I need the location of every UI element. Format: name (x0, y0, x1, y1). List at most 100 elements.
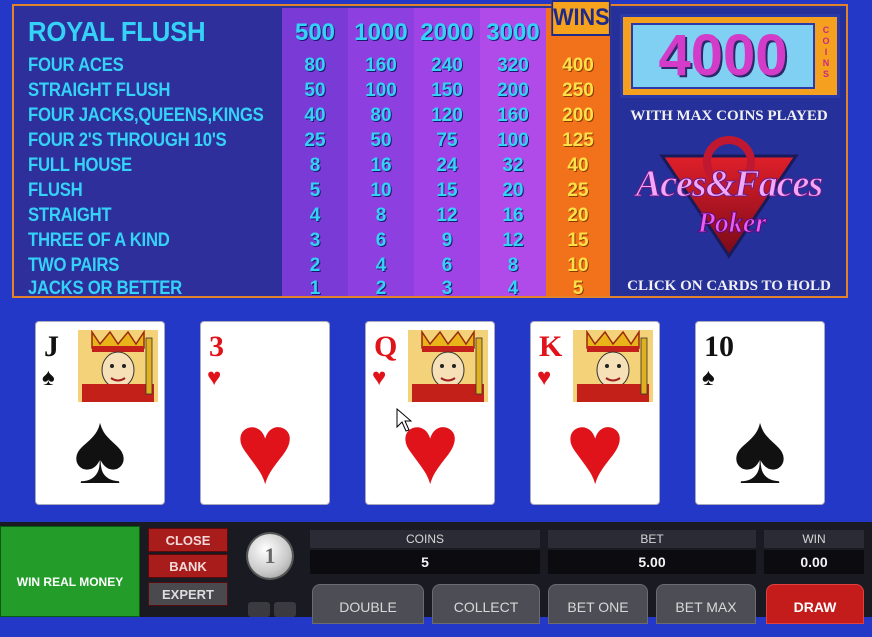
payout-cell: 20 (567, 205, 589, 226)
payout-cell: 4 (375, 255, 387, 276)
payout-cell: 3 (309, 230, 321, 251)
payout-cell: 240 (431, 55, 463, 76)
hand-name: STRAIGHT (28, 205, 112, 226)
card-suit-icon: ♠ (702, 364, 715, 391)
payout-cell: 10 (567, 255, 589, 276)
bet-one-button[interactable]: BET ONE (548, 584, 648, 624)
hand-name: STRAIGHT FLUSH (28, 80, 171, 101)
paytable-row: FOUR 2'S THROUGH 10'S 25 50 75 100 125 (14, 127, 610, 152)
payout-cell: 160 (497, 105, 529, 126)
payout-cell: 6 (375, 230, 387, 251)
face-card-portrait-icon (408, 329, 488, 402)
collect-button[interactable]: COLLECT (432, 584, 540, 624)
hand-name: ROYAL FLUSH (28, 16, 206, 47)
max-win-box: 4000 COINS (620, 14, 840, 98)
coin-decrease-button[interactable] (248, 602, 270, 617)
card-suit-icon: ♠ (42, 364, 55, 391)
payout-cell: 75 (436, 130, 458, 151)
coin-increase-button[interactable] (274, 602, 296, 617)
logo-subtitle: Poker (697, 208, 767, 240)
payout-cell: 6 (441, 255, 453, 276)
payout-cell: 250 (562, 80, 594, 101)
playing-card[interactable]: 10 ♠ ♠ (696, 322, 824, 504)
payout-cell: 25 (567, 180, 589, 201)
payout-cell: 125 (562, 130, 594, 151)
playing-card[interactable]: Q ♥ ♥ (366, 322, 494, 504)
payout-cell: 24 (436, 155, 458, 176)
payout-cell: 8 (507, 255, 519, 276)
payout-cell: 40 (304, 105, 326, 126)
max-coins-text: WITH MAX COINS PLAYED (630, 108, 828, 124)
payout-cell: 5 (572, 278, 584, 299)
payout-cell: 80 (304, 55, 326, 76)
payout-cell: 10 (370, 180, 392, 201)
logo-title: Aces&Faces (635, 163, 823, 206)
bet-max-button[interactable]: BET MAX (656, 584, 756, 624)
paytable-row: FOUR JACKS,QUEENS,KINGS 40 80 120 160 200 (14, 102, 610, 127)
win-value: 0.00 (764, 550, 864, 574)
payout-cell: 100 (497, 130, 529, 151)
bank-button[interactable]: BANK (148, 554, 228, 578)
payout-cell: 50 (370, 130, 392, 151)
payout-cell: 8 (309, 155, 321, 176)
payout-cell: 16 (370, 155, 392, 176)
game-logo: Aces&Faces Poker (622, 132, 836, 272)
paytable-row: THREE OF A KIND 3 6 9 12 15 (14, 227, 610, 252)
face-card-portrait-icon (78, 329, 158, 402)
payout-cell: 9 (441, 230, 453, 251)
max-win-value: 4000 (658, 23, 788, 88)
paytable-row: FLUSH 5 10 15 20 25 (14, 177, 610, 202)
payout-cell: 200 (562, 105, 594, 126)
close-button[interactable]: CLOSE (148, 528, 228, 552)
expert-button[interactable]: EXPERT (148, 582, 228, 606)
payout-cell: 150 (431, 80, 463, 101)
coins-word: COINS (822, 25, 830, 79)
playing-card[interactable]: J ♠ ♠ (36, 322, 164, 504)
payout-cell: 2 (309, 255, 321, 276)
payout-cell: 100 (365, 80, 397, 101)
playing-card[interactable]: 3 ♥ ♥ (201, 322, 329, 504)
card-suit-icon: ♥ (537, 364, 552, 391)
hand-name: FOUR JACKS,QUEENS,KINGS (28, 105, 264, 126)
hand-name: FOUR ACES (28, 55, 124, 76)
max-win-display: 4000 (631, 23, 815, 89)
paytable-row: ROYAL FLUSH 500 1000 2000 3000 (14, 12, 610, 47)
face-card-portrait-icon (573, 329, 653, 402)
payout-cell: 15 (567, 230, 589, 251)
hand-name: THREE OF A KIND (28, 230, 170, 251)
payout-cell: 80 (370, 105, 392, 126)
double-button[interactable]: DOUBLE (312, 584, 424, 624)
payout-cell: 160 (365, 55, 397, 76)
paytable-row: FOUR ACES 80 160 240 320 400 (14, 52, 610, 77)
hold-instruction: CLICK ON CARDS TO HOLD (627, 278, 831, 294)
wins-label: WINS (551, 0, 611, 36)
hand-name: FLUSH (28, 180, 83, 201)
payout-cell: 2000 (420, 19, 474, 46)
payout-cell: 12 (502, 230, 524, 251)
card-suit-icon: ♥ (372, 364, 387, 391)
payout-cell: 12 (436, 205, 458, 226)
win-label: WIN (764, 530, 864, 548)
bet-label: BET (548, 530, 756, 548)
card-rank: Q (374, 330, 398, 363)
draw-button[interactable]: DRAW (766, 584, 864, 624)
paytable: ROYAL FLUSH 500 1000 2000 3000 FOUR ACES 80 160… (12, 0, 848, 300)
payout-cell: 20 (502, 180, 524, 201)
payout-cell: 32 (502, 155, 524, 176)
card-suit-large-icon: ♥ (400, 393, 460, 505)
payout-cell: 1 (309, 278, 321, 299)
payout-cell: 2 (375, 278, 387, 299)
card-rank: K (539, 330, 563, 363)
card-suit-icon: ♥ (207, 364, 222, 391)
coin-value-chip[interactable]: 1 (248, 534, 292, 578)
coins-value: 5 (310, 550, 540, 574)
payout-cell: 3 (441, 278, 453, 299)
payout-cell: 5 (309, 180, 321, 201)
card-suit-large-icon: ♥ (565, 393, 625, 505)
payout-cell: 25 (304, 130, 326, 151)
hand-name: FULL HOUSE (28, 155, 132, 176)
payout-cell: 50 (304, 80, 326, 101)
win-real-money-button[interactable]: WIN REAL MONEY (0, 526, 140, 617)
paytable-row: JACKS OR BETTER 1 2 3 4 5 (14, 275, 610, 300)
playing-card[interactable]: K ♥ ♥ (531, 322, 659, 504)
